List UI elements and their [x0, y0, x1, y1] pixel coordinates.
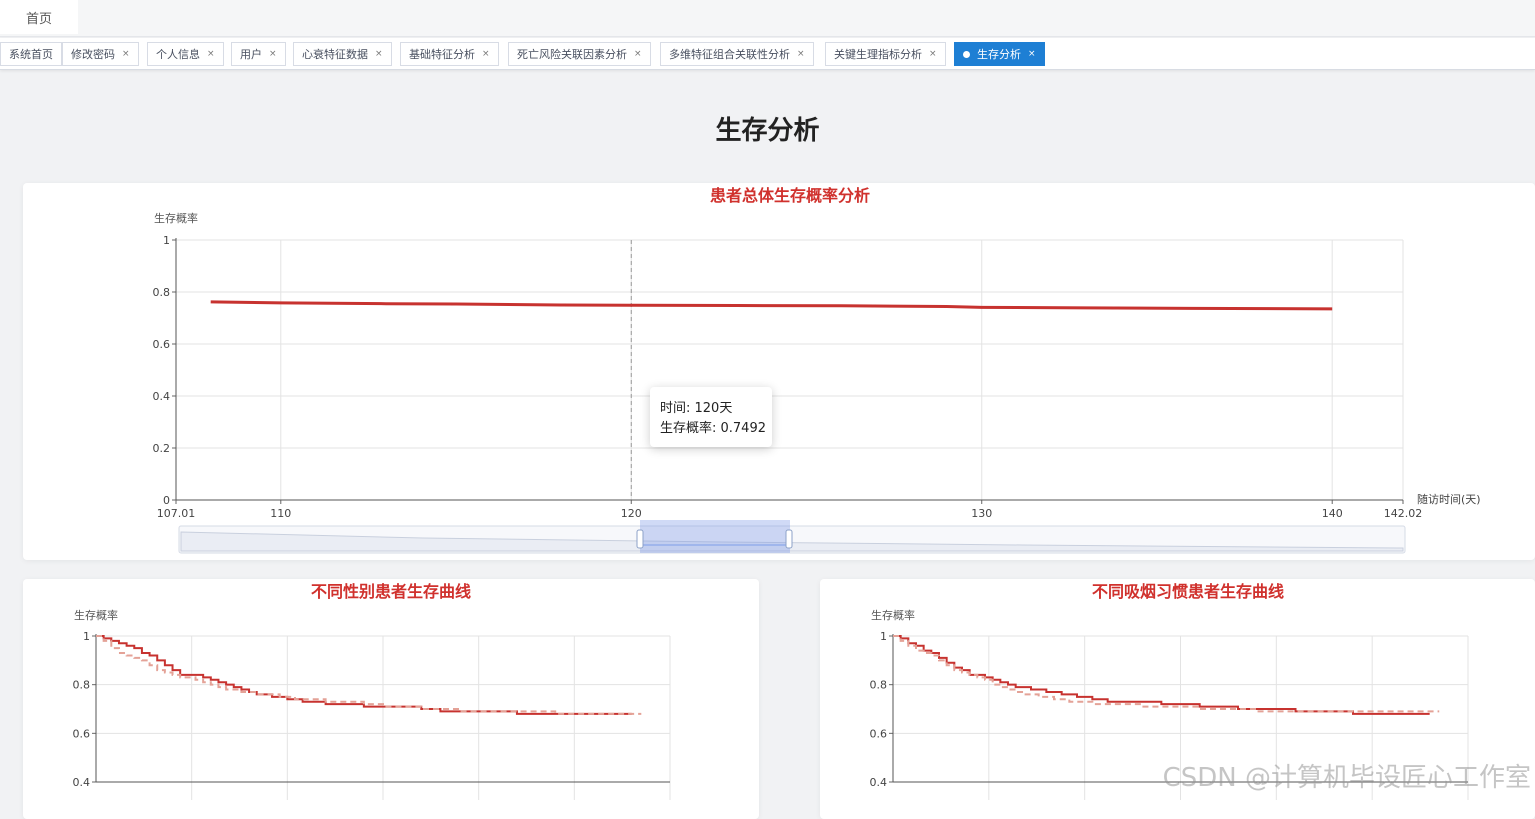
- tab-10[interactable]: 生存分析 ×: [954, 42, 1045, 66]
- y-tick-label: 0: [163, 494, 170, 507]
- home-link[interactable]: 首页: [0, 0, 78, 34]
- datazoom-right-handle[interactable]: [786, 530, 792, 548]
- chart-tooltip: 时间: 120天 生存概率: 0.7492: [650, 387, 772, 447]
- close-icon[interactable]: ×: [634, 49, 642, 59]
- series-line-1: [893, 636, 1430, 714]
- close-icon[interactable]: ×: [929, 49, 937, 59]
- y-axis-label: 生存概率: [154, 211, 198, 225]
- y-tick-label: 0.6: [153, 338, 171, 351]
- y-tick-label: 0.8: [870, 679, 888, 692]
- tab-label: 用户: [240, 46, 262, 62]
- series-line-2: [893, 636, 1439, 711]
- gender-survival-chart[interactable]: 不同性别患者生存曲线生存概率 1 0.8 0.6 0.4: [23, 579, 759, 800]
- close-icon[interactable]: ×: [1028, 49, 1036, 59]
- tab-7[interactable]: 死亡风险关联因素分析 ×: [508, 42, 651, 66]
- tab-6[interactable]: 基础特征分析 ×: [400, 42, 499, 66]
- y-axis-label: 生存概率: [871, 608, 915, 622]
- tab-label: 心衰特征数据: [302, 46, 368, 62]
- tab-3[interactable]: 个人信息 ×: [147, 42, 224, 66]
- y-tick-label: 1: [880, 630, 887, 643]
- tab-4[interactable]: 用户 ×: [231, 42, 286, 66]
- close-icon[interactable]: ×: [482, 49, 490, 59]
- y-axis-label: 生存概率: [74, 608, 118, 622]
- x-tick-label: 140: [1322, 507, 1343, 520]
- tab-label: 关键生理指标分析: [834, 46, 922, 62]
- overall-survival-chart[interactable]: 患者总体生存概率分析生存概率 0 0.2 0.4 0.6 0.8 1 107.01 110 120…: [23, 183, 1535, 560]
- close-icon[interactable]: ×: [375, 49, 383, 59]
- chart-title: 不同性别患者生存曲线: [311, 582, 471, 601]
- tags-view-bar: 系统首页修改密码×个人信息×用户×心衰特征数据×基础特征分析×死亡风险关联因素分…: [0, 38, 1535, 70]
- tab-label: 修改密码: [71, 46, 115, 62]
- datazoom-selection: [640, 520, 790, 553]
- y-tick-label: 0.6: [73, 727, 91, 740]
- y-tick-label: 0.4: [73, 776, 91, 789]
- y-tick-label: 0.4: [870, 776, 888, 789]
- close-icon[interactable]: ×: [269, 49, 277, 59]
- tab-8[interactable]: 多维特征组合关联性分析 ×: [660, 42, 814, 66]
- series-line-2: [96, 636, 641, 714]
- close-icon[interactable]: ×: [122, 49, 130, 59]
- tab-label: 基础特征分析: [409, 46, 475, 62]
- x-tick-label: 107.01: [157, 507, 196, 520]
- y-tick-label: 0.8: [73, 679, 91, 692]
- y-tick-label: 1: [163, 234, 170, 247]
- series-line-1: [211, 302, 1333, 309]
- top-navbar: 首页: [0, 0, 1535, 37]
- y-tick-label: 1: [83, 630, 90, 643]
- datazoom-left-handle[interactable]: [637, 530, 643, 548]
- chart-title: 患者总体生存概率分析: [710, 186, 870, 205]
- tab-2[interactable]: 修改密码 ×: [62, 42, 139, 66]
- tab-label: 系统首页: [9, 46, 53, 62]
- active-dot-icon: [963, 51, 970, 58]
- x-tick-label: 120: [621, 507, 642, 520]
- y-tick-label: 0.8: [153, 286, 171, 299]
- x-tick-label: 130: [971, 507, 992, 520]
- tab-label: 死亡风险关联因素分析: [517, 46, 627, 62]
- y-tick-label: 0.6: [870, 727, 888, 740]
- x-axis-label: 随访时间(天): [1417, 492, 1481, 506]
- watermark: CSDN @计算机毕设匠心工作室: [1163, 757, 1531, 794]
- x-tick-label: 110: [270, 507, 291, 520]
- tooltip-probability: 生存概率: 0.7492: [660, 419, 772, 439]
- close-icon[interactable]: ×: [207, 49, 215, 59]
- y-tick-label: 0.4: [153, 390, 171, 403]
- tooltip-time: 时间: 120天: [660, 399, 772, 419]
- y-tick-label: 0.2: [153, 442, 171, 455]
- close-icon[interactable]: ×: [797, 49, 805, 59]
- tab-label: 生存分析: [977, 46, 1021, 62]
- tab-5[interactable]: 心衰特征数据 ×: [293, 42, 392, 66]
- page-title: 生存分析: [0, 110, 1535, 147]
- tab-9[interactable]: 关键生理指标分析 ×: [825, 42, 946, 66]
- tab-label: 个人信息: [156, 46, 200, 62]
- chart-title: 不同吸烟习惯患者生存曲线: [1092, 582, 1284, 601]
- tab-1[interactable]: 系统首页: [0, 42, 62, 66]
- x-tick-label: 142.02: [1384, 507, 1423, 520]
- tab-label: 多维特征组合关联性分析: [669, 46, 790, 62]
